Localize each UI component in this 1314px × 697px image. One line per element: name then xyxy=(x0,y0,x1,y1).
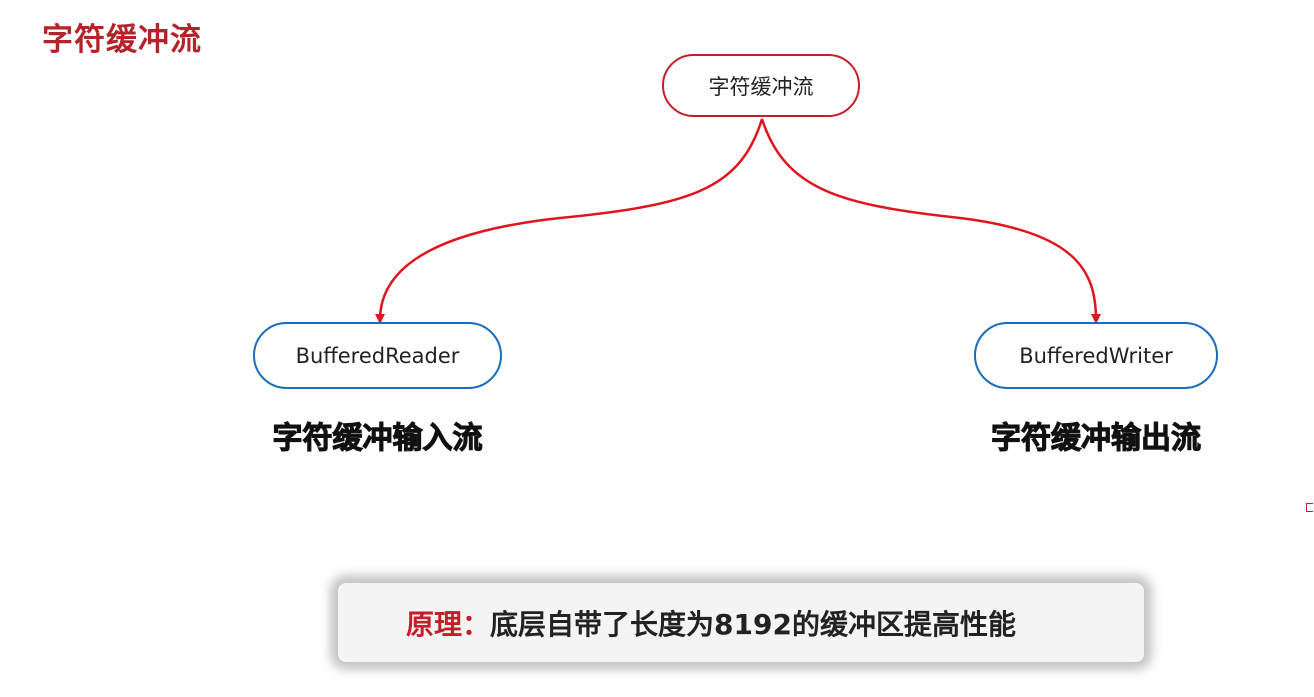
arrow-to-buffered-reader xyxy=(375,118,764,324)
node-buffered-writer: BufferedWriter xyxy=(974,322,1218,389)
caption-buffered-writer: 字符缓冲输出流 xyxy=(991,421,1202,457)
caption-buffered-reader: 字符缓冲输入流 xyxy=(272,421,483,457)
arrow-to-buffered-writer xyxy=(760,118,1101,324)
principle-text: 底层自带了长度为8192的缓冲区提高性能 xyxy=(490,607,1016,641)
principle-note: 原理： 底层自带了长度为8192的缓冲区提高性能 xyxy=(338,583,1144,662)
node-character-buffered-stream: 字符缓冲流 xyxy=(662,54,860,117)
principle-label: 原理： xyxy=(406,607,491,641)
edge-fragment xyxy=(1306,503,1313,512)
node-buffered-reader: BufferedReader xyxy=(253,322,502,389)
slide: 字符缓冲流 字符缓冲流 BufferedReader BufferedWrite… xyxy=(0,0,1314,697)
